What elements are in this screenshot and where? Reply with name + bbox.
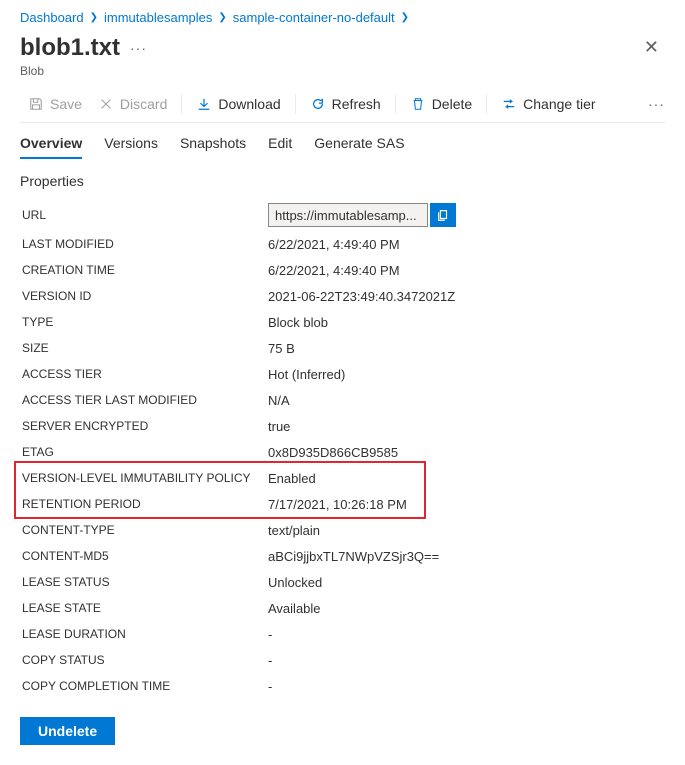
- tab-edit[interactable]: Edit: [268, 135, 292, 159]
- tab-versions[interactable]: Versions: [104, 135, 158, 159]
- prop-value-retention: 7/17/2021, 10:26:18 PM: [268, 497, 407, 512]
- download-icon: [196, 96, 212, 112]
- breadcrumb-account[interactable]: immutablesamples: [104, 10, 212, 25]
- breadcrumb: Dashboard ❯ immutablesamples ❯ sample-co…: [20, 10, 665, 25]
- url-field[interactable]: https://immutablesamp...: [268, 203, 428, 227]
- prop-value-type: Block blob: [268, 315, 328, 330]
- prop-value-lease-status: Unlocked: [268, 575, 322, 590]
- prop-value-server-encrypted: true: [268, 419, 290, 434]
- prop-value-content-type: text/plain: [268, 523, 320, 538]
- save-button: Save: [20, 92, 90, 116]
- prop-label-type: TYPE: [20, 315, 268, 329]
- prop-value-lease-state: Available: [268, 601, 321, 616]
- undelete-button[interactable]: Undelete: [20, 717, 115, 745]
- download-button[interactable]: Download: [188, 92, 288, 116]
- separator: [486, 94, 487, 114]
- prop-label-url: URL: [20, 208, 268, 222]
- prop-label-etag: ETAG: [20, 445, 268, 459]
- prop-label-access-tier-lm: ACCESS TIER LAST MODIFIED: [20, 393, 268, 407]
- page-subtitle: Blob: [20, 64, 665, 78]
- prop-value-creation-time: 6/22/2021, 4:49:40 PM: [268, 263, 400, 278]
- copy-icon: [436, 208, 450, 222]
- prop-value-last-modified: 6/22/2021, 4:49:40 PM: [268, 237, 400, 252]
- separator: [181, 94, 182, 114]
- prop-label-lease-status: LEASE STATUS: [20, 575, 268, 589]
- prop-value-access-tier: Hot (Inferred): [268, 367, 345, 382]
- breadcrumb-container[interactable]: sample-container-no-default: [233, 10, 395, 25]
- delete-label: Delete: [432, 96, 472, 112]
- prop-value-copy-completion: -: [268, 679, 272, 694]
- tab-overview[interactable]: Overview: [20, 135, 82, 159]
- prop-label-lease-state: LEASE STATE: [20, 601, 268, 615]
- prop-value-content-md5: aBCi9jjbxTL7NWpVZSjr3Q==: [268, 549, 439, 564]
- chevron-right-icon: ❯: [90, 12, 98, 23]
- refresh-button[interactable]: Refresh: [302, 92, 389, 116]
- discard-label: Discard: [120, 96, 167, 112]
- prop-value-access-tier-lm: N/A: [268, 393, 290, 408]
- page-title: blob1.txt: [20, 34, 120, 62]
- section-heading-properties: Properties: [20, 173, 665, 189]
- discard-icon: [98, 96, 114, 112]
- prop-label-version-id: VERSION ID: [20, 289, 268, 303]
- prop-value-version-id: 2021-06-22T23:49:40.3472021Z: [268, 289, 455, 304]
- chevron-right-icon: ❯: [401, 12, 409, 23]
- toolbar-more-icon[interactable]: ···: [648, 96, 665, 112]
- chevron-right-icon: ❯: [218, 12, 226, 23]
- delete-icon: [410, 96, 426, 112]
- prop-label-last-modified: LAST MODIFIED: [20, 237, 268, 251]
- prop-label-access-tier: ACCESS TIER: [20, 367, 268, 381]
- prop-label-lease-duration: LEASE DURATION: [20, 627, 268, 641]
- prop-label-copy-completion: COPY COMPLETION TIME: [20, 679, 268, 693]
- more-menu-icon[interactable]: ···: [130, 40, 147, 56]
- prop-value-etag: 0x8D935D866CB9585: [268, 445, 398, 460]
- prop-label-copy-status: COPY STATUS: [20, 653, 268, 667]
- prop-label-server-encrypted: SERVER ENCRYPTED: [20, 419, 268, 433]
- separator: [295, 94, 296, 114]
- tab-snapshots[interactable]: Snapshots: [180, 135, 246, 159]
- prop-value-size: 75 B: [268, 341, 295, 356]
- prop-label-content-type: CONTENT-TYPE: [20, 523, 268, 537]
- save-icon: [28, 96, 44, 112]
- change-tier-button[interactable]: Change tier: [493, 92, 603, 116]
- prop-label-retention: RETENTION PERIOD: [20, 497, 268, 511]
- breadcrumb-dashboard[interactable]: Dashboard: [20, 10, 84, 25]
- save-label: Save: [50, 96, 82, 112]
- change-tier-icon: [501, 96, 517, 112]
- prop-label-size: SIZE: [20, 341, 268, 355]
- separator: [395, 94, 396, 114]
- copy-url-button[interactable]: [430, 203, 456, 227]
- prop-label-content-md5: CONTENT-MD5: [20, 549, 268, 563]
- properties-table: URL https://immutablesamp... LAST MODIFI…: [20, 199, 665, 699]
- toolbar: Save Discard Download Refresh Delete Cha…: [20, 92, 665, 123]
- prop-value-copy-status: -: [268, 653, 272, 668]
- refresh-label: Refresh: [332, 96, 381, 112]
- refresh-icon: [310, 96, 326, 112]
- delete-button[interactable]: Delete: [402, 92, 480, 116]
- close-icon[interactable]: ✕: [638, 33, 665, 62]
- prop-value-lease-duration: -: [268, 627, 272, 642]
- prop-value-vli-policy: Enabled: [268, 471, 316, 486]
- title-row: blob1.txt ··· ✕: [20, 33, 665, 62]
- tab-generate-sas[interactable]: Generate SAS: [314, 135, 404, 159]
- download-label: Download: [218, 96, 280, 112]
- prop-label-creation-time: CREATION TIME: [20, 263, 268, 277]
- tabs: Overview Versions Snapshots Edit Generat…: [20, 135, 665, 159]
- change-tier-label: Change tier: [523, 96, 595, 112]
- prop-label-vli-policy: VERSION-LEVEL IMMUTABILITY POLICY: [20, 471, 268, 485]
- discard-button: Discard: [90, 92, 175, 116]
